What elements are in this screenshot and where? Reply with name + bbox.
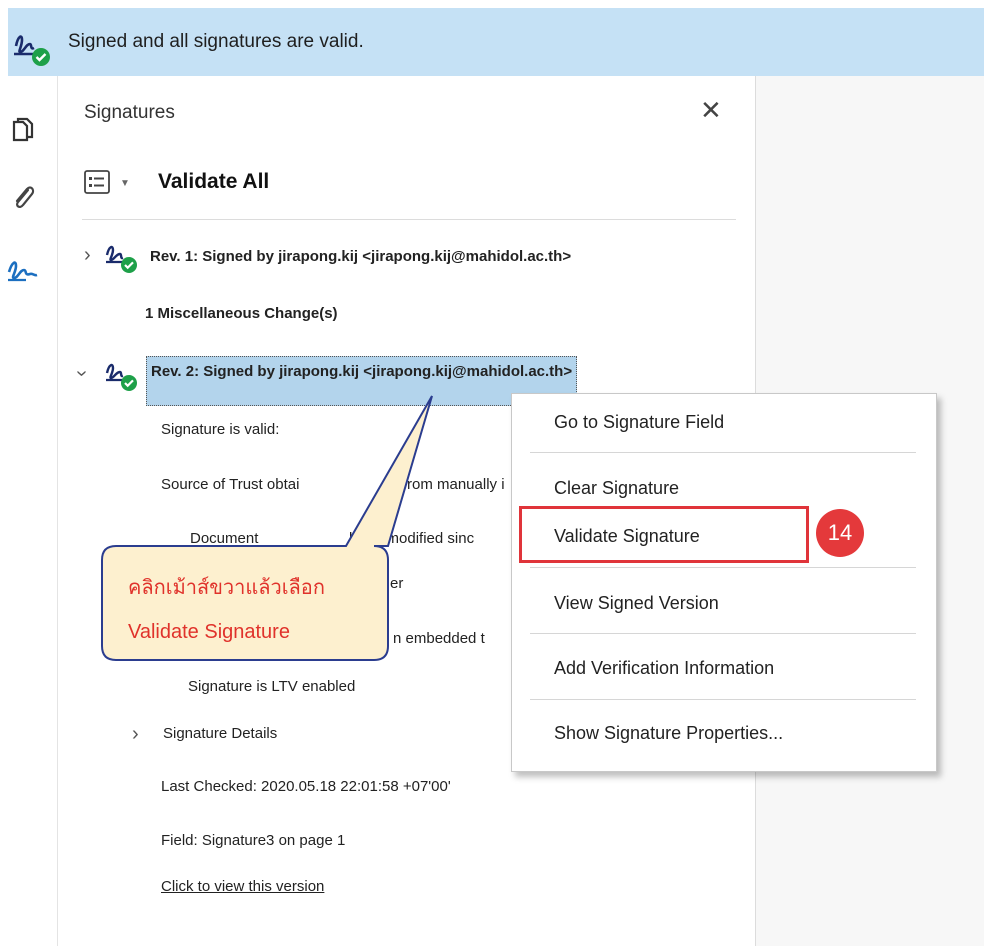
divider — [82, 219, 736, 220]
validate-all-button[interactable]: Validate All — [158, 170, 269, 194]
chevron-down-icon[interactable]: ▼ — [120, 178, 130, 189]
field-text: Field: Signature3 on page 1 — [161, 832, 346, 849]
signature-details-label[interactable]: Signature Details — [163, 725, 277, 742]
callout-text-line1: คลิกเม้าส์ขวาแล้วเลือก — [128, 577, 325, 599]
signature-valid-icon — [105, 245, 137, 273]
callout-text-line2: Validate Signature — [128, 621, 290, 643]
step-number-badge: 14 — [816, 509, 864, 557]
signature-valid-text: Signature is valid: — [161, 421, 280, 438]
rev1-signature-label[interactable]: Rev. 1: Signed by jirapong.kij <jirapong… — [150, 248, 571, 265]
expand-chevron-icon[interactable]: › — [132, 723, 139, 746]
embedded-timestamp-text: n embedded t — [393, 630, 485, 647]
rev1-change-label: 1 Miscellaneous Change(s) — [145, 305, 338, 322]
menu-separator — [530, 633, 916, 634]
panel-title: Signatures — [84, 102, 175, 123]
last-checked-text: Last Checked: 2020.05.18 22:01:58 +07'00… — [161, 778, 451, 795]
pages-icon[interactable] — [6, 114, 40, 148]
left-toolbar — [0, 76, 58, 946]
expand-chevron-icon[interactable]: › — [84, 244, 91, 267]
menu-separator — [530, 567, 916, 568]
menu-item-view-signed-version[interactable]: View Signed Version — [554, 593, 719, 614]
menu-separator — [530, 452, 916, 453]
collapse-chevron-icon[interactable]: › — [70, 370, 93, 377]
document-modified-text-2: been modified sinc — [349, 530, 475, 547]
source-of-trust-text: Source of Trust obtai — [161, 476, 300, 493]
signature-status-banner: Signed and all signatures are valid. — [8, 8, 984, 76]
signer-text: er — [390, 575, 404, 592]
menu-item-clear-signature[interactable]: Clear Signature — [554, 478, 679, 499]
menu-item-go-to-field[interactable]: Go to Signature Field — [554, 412, 724, 433]
source-of-trust-text-2: rom manually i — [407, 476, 505, 493]
close-icon[interactable]: ✕ — [700, 97, 722, 123]
menu-separator — [530, 699, 916, 700]
menu-item-show-properties[interactable]: Show Signature Properties... — [554, 723, 783, 744]
banner-text: Signed and all signatures are valid. — [68, 31, 364, 52]
document-modified-text: Document — [190, 530, 259, 547]
signature-icon[interactable] — [6, 254, 40, 288]
validate-signature-highlight — [519, 506, 809, 563]
signature-valid-icon — [14, 35, 50, 66]
view-version-link[interactable]: Click to view this version — [161, 878, 324, 895]
context-menu: Go to Signature Field Clear Signature Va… — [511, 393, 937, 772]
ltv-enabled-text: Signature is LTV enabled — [188, 678, 356, 695]
attachment-icon[interactable] — [6, 180, 40, 214]
signature-valid-icon — [105, 363, 137, 391]
options-list-icon[interactable] — [84, 170, 110, 194]
menu-item-add-verification[interactable]: Add Verification Information — [554, 658, 774, 679]
